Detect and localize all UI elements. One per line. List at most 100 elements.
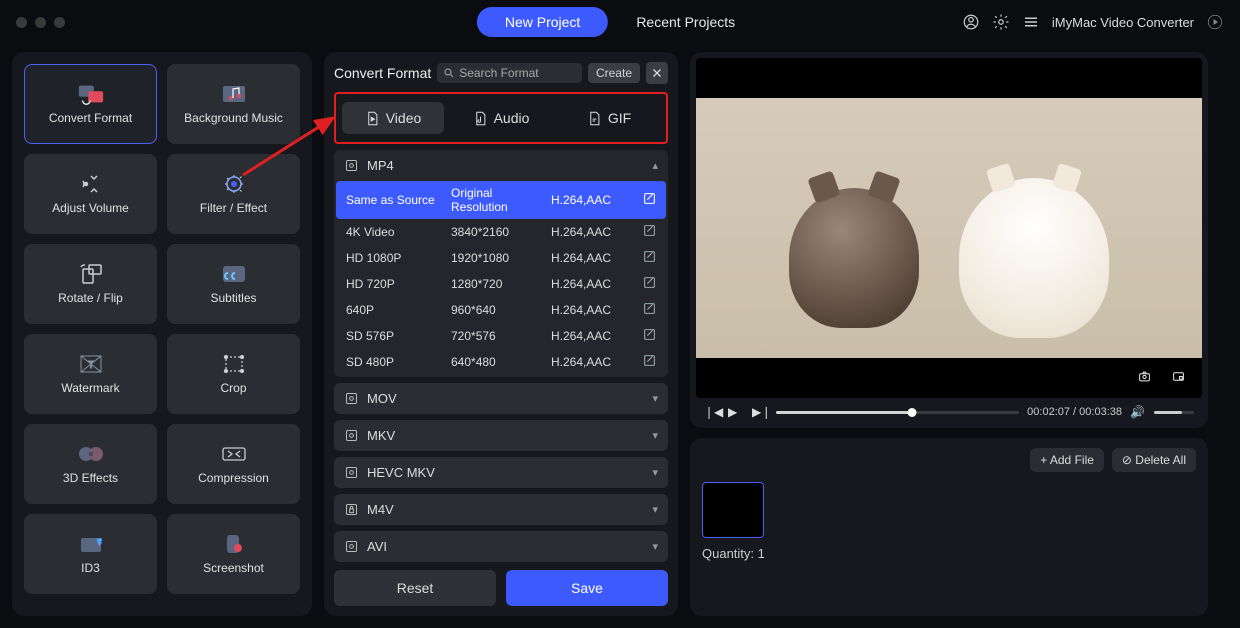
tool-3d[interactable]: 3D Effects	[24, 424, 157, 504]
tool-watermark[interactable]: TWatermark	[24, 334, 157, 414]
format-group-header[interactable]: HEVC MKV▾	[334, 457, 668, 488]
convert-icon	[77, 83, 105, 105]
play-button[interactable]: ▶	[728, 404, 744, 420]
create-button[interactable]: Create	[588, 63, 640, 83]
tool-label: Background Music	[184, 111, 283, 125]
tool-volume[interactable]: Adjust Volume	[24, 154, 157, 234]
tool-label: Adjust Volume	[52, 201, 129, 215]
format-group-m4v: M4V▾	[334, 494, 668, 525]
format-group-header[interactable]: MKV▾	[334, 420, 668, 451]
fullscreen-button[interactable]	[1164, 364, 1192, 388]
account-icon[interactable]	[962, 13, 980, 31]
format-group-header[interactable]: MP4▴	[334, 150, 668, 181]
transport-bar: ❘◀ ▶ ▶❘ 00:02:07 / 00:03:38 🔊	[696, 398, 1202, 422]
search-placeholder: Search Format	[459, 66, 538, 80]
tool-label: 3D Effects	[63, 471, 118, 485]
close-button[interactable]	[646, 62, 668, 84]
tools-sidebar: Convert Format Background Music Adjust Vol…	[12, 52, 312, 616]
queue-panel: + Add File ⊘ Delete All Quantity: 1	[690, 438, 1208, 616]
crop-icon	[220, 353, 248, 375]
preset-row[interactable]: HD 1080P1920*1080H.264,AAC	[336, 245, 666, 271]
delete-all-button[interactable]: ⊘ Delete All	[1112, 448, 1196, 472]
annotation-highlight: Video Audio GIF	[334, 92, 668, 144]
tool-convert[interactable]: Convert Format	[24, 64, 157, 144]
tool-label: Crop	[220, 381, 246, 395]
chevron-down-icon: ▾	[652, 503, 658, 516]
queue-item[interactable]	[702, 482, 764, 538]
format-group-mov: MOV▾	[334, 383, 668, 414]
preset-row[interactable]: SD 480P640*480H.264,AAC	[336, 349, 666, 375]
convert-panel-footer: Reset Save	[334, 570, 668, 606]
queue-toolbar: + Add File ⊘ Delete All	[702, 448, 1196, 472]
tool-label: Convert Format	[49, 111, 132, 125]
menu-icon[interactable]	[1022, 13, 1040, 31]
tab-new-project[interactable]: New Project	[477, 7, 608, 37]
format-group-header[interactable]: MOV▾	[334, 383, 668, 414]
gear-icon[interactable]	[992, 13, 1010, 31]
tool-music[interactable]: Background Music	[167, 64, 300, 144]
tool-label: Filter / Effect	[200, 201, 267, 215]
close-dot[interactable]	[16, 17, 27, 28]
tab-recent-projects[interactable]: Recent Projects	[608, 7, 763, 37]
format-group-header[interactable]: AVI▾	[334, 531, 668, 562]
volume-icon[interactable]: 🔊	[1130, 404, 1146, 420]
save-button[interactable]: Save	[506, 570, 668, 606]
format-group-header[interactable]: M4V▾	[334, 494, 668, 525]
tool-compress[interactable]: Compression	[167, 424, 300, 504]
edit-preset-icon[interactable]	[636, 328, 656, 344]
snapshot-button[interactable]	[1130, 364, 1158, 388]
prev-button[interactable]: ❘◀	[704, 404, 720, 420]
preview-subject-1	[789, 188, 919, 328]
tool-rotate[interactable]: Rotate / Flip	[24, 244, 157, 324]
tool-id3[interactable]: ID3	[24, 514, 157, 594]
chevron-down-icon: ▾	[652, 540, 658, 553]
next-button[interactable]: ▶❘	[752, 404, 768, 420]
titlebar: New Project Recent Projects iMyMac Video…	[0, 0, 1240, 44]
edit-preset-icon[interactable]	[636, 224, 656, 240]
search-input[interactable]: Search Format	[437, 63, 582, 83]
volume-slider[interactable]	[1154, 411, 1194, 414]
tool-label: Watermark	[61, 381, 119, 395]
edit-preset-icon[interactable]	[636, 276, 656, 292]
preset-codec: H.264,AAC	[551, 329, 636, 343]
preset-name: SD 480P	[346, 355, 451, 369]
tool-screenshot[interactable]: Screenshot	[167, 514, 300, 594]
preset-name: SD 576P	[346, 329, 451, 343]
minimize-dot[interactable]	[35, 17, 46, 28]
reset-button[interactable]: Reset	[334, 570, 496, 606]
preset-row[interactable]: HD 720P1280*720H.264,AAC	[336, 271, 666, 297]
preset-codec: H.264,AAC	[551, 251, 636, 265]
tool-crop[interactable]: Crop	[167, 334, 300, 414]
compress-icon	[220, 443, 248, 465]
project-tabs: New Project Recent Projects	[477, 7, 763, 37]
format-icon	[344, 539, 359, 554]
add-file-button[interactable]: + Add File	[1030, 448, 1104, 472]
preset-resolution: Original Resolution	[451, 186, 551, 214]
tab-gif[interactable]: GIF	[558, 102, 660, 134]
edit-preset-icon[interactable]	[636, 354, 656, 370]
progress-bar[interactable]	[776, 411, 1019, 414]
format-group-mkv: MKV▾	[334, 420, 668, 451]
preset-codec: H.264,AAC	[551, 225, 636, 239]
video-preview[interactable]	[696, 58, 1202, 398]
tab-audio[interactable]: Audio	[450, 102, 552, 134]
edit-preset-icon[interactable]	[636, 250, 656, 266]
edit-preset-icon[interactable]	[636, 302, 656, 318]
preset-row[interactable]: 4K Video3840*2160H.264,AAC	[336, 219, 666, 245]
tool-subtitles[interactable]: Subtitles	[167, 244, 300, 324]
right-column: ❘◀ ▶ ▶❘ 00:02:07 / 00:03:38 🔊 + Add File…	[690, 52, 1208, 616]
zoom-dot[interactable]	[54, 17, 65, 28]
tool-filter[interactable]: Filter / Effect	[167, 154, 300, 234]
timecode: 00:02:07 / 00:03:38	[1027, 406, 1122, 418]
format-group-mp4: MP4▴Same as SourceOriginal ResolutionH.2…	[334, 150, 668, 377]
preset-row[interactable]: SD 576P720*576H.264,AAC	[336, 323, 666, 349]
preset-row[interactable]: Same as SourceOriginal ResolutionH.264,A…	[336, 181, 666, 219]
tool-label: Compression	[198, 471, 269, 485]
tab-video[interactable]: Video	[342, 102, 444, 134]
format-group-name: HEVC MKV	[367, 465, 435, 480]
edit-preset-icon[interactable]	[636, 192, 656, 208]
fullscreen-icon	[1171, 370, 1186, 383]
tab-gif-label: GIF	[608, 110, 631, 126]
preset-row[interactable]: 640P960*640H.264,AAC	[336, 297, 666, 323]
preset-resolution: 640*480	[451, 355, 551, 369]
